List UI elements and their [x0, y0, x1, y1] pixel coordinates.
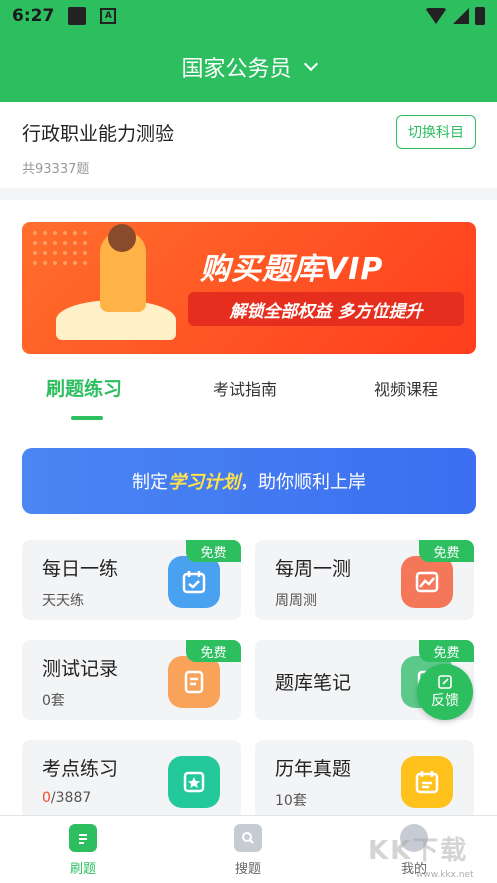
- vip-subtitle: 解锁全部权益 多方位提升: [188, 292, 464, 326]
- tile-subtitle: 0套: [42, 693, 65, 709]
- tile-title: 题库笔记: [275, 672, 352, 694]
- nav-label: 搜题: [234, 862, 261, 877]
- chart-icon: [401, 556, 453, 608]
- plan-suffix: ，助你顺利上岸: [240, 472, 366, 493]
- study-plan-button[interactable]: 制定 学习计划 ，助你顺利上岸: [22, 448, 476, 514]
- vip-banner[interactable]: 购买题库VIP 解锁全部权益 多方位提升: [22, 222, 476, 354]
- star-card-icon: [168, 756, 220, 808]
- decor-dots: [30, 228, 90, 268]
- subject-panel: 行政职业能力测验 共93337题 切换科目: [0, 102, 497, 188]
- tile-title: 历年真题: [275, 758, 352, 780]
- tab-video-course[interactable]: 视频课程: [374, 376, 438, 400]
- calendar-icon: [168, 556, 220, 608]
- exam-title: 国家公务员: [181, 57, 292, 82]
- top-header: 6:27 A 国家公务员: [0, 0, 497, 102]
- active-tab-indicator: [71, 416, 103, 420]
- watermark-url: www.kkx.net: [416, 870, 474, 880]
- status-time: 6:27: [12, 6, 55, 26]
- watermark-logo: KK下载: [368, 836, 469, 866]
- tile-subtitle: 天天练: [42, 593, 84, 609]
- subject-name: 行政职业能力测验: [22, 123, 175, 145]
- tile-title: 每日一练: [42, 558, 119, 580]
- person-head-illustration: [108, 224, 136, 252]
- progress-done: 0: [42, 790, 51, 806]
- exam-calendar-icon: [401, 756, 453, 808]
- tile-past-exams[interactable]: 历年真题 10套: [255, 740, 474, 820]
- plan-highlight: 学习计划: [168, 472, 240, 493]
- edit-icon: [438, 675, 452, 689]
- feedback-label: 反馈: [431, 693, 459, 709]
- tile-weekly-test[interactable]: 每周一测 周周测 免费: [255, 540, 474, 620]
- free-badge: 免费: [186, 640, 241, 662]
- tile-daily-practice[interactable]: 每日一练 天天练 免费: [22, 540, 241, 620]
- exam-selector[interactable]: 国家公务员: [0, 32, 497, 102]
- practice-icon: [69, 824, 97, 852]
- battery-icon: [475, 7, 485, 25]
- status-bar: 6:27 A: [0, 0, 497, 32]
- content-area: 购买题库VIP 解锁全部权益 多方位提升 刷题练习 考试指南 视频课程 制定 学…: [0, 200, 497, 820]
- tile-title: 测试记录: [42, 658, 119, 680]
- question-count: 共93337题: [22, 162, 90, 177]
- document-icon: [168, 656, 220, 708]
- switch-subject-button[interactable]: 切换科目: [396, 115, 476, 149]
- tile-progress: 0/3887: [42, 790, 91, 806]
- tile-subtitle: 10套: [275, 793, 307, 809]
- signal-icon: [453, 8, 469, 24]
- notification-icon: [68, 7, 87, 25]
- tab-exam-guide[interactable]: 考试指南: [213, 376, 277, 400]
- tab-practice[interactable]: 刷题练习: [46, 374, 122, 401]
- tile-key-point-practice[interactable]: 考点练习 0/3887: [22, 740, 241, 820]
- progress-total: /3887: [50, 790, 92, 806]
- chevron-down-icon: [303, 56, 318, 72]
- tile-subtitle: 周周测: [275, 593, 317, 609]
- nav-practice[interactable]: 刷题: [43, 824, 123, 877]
- free-badge: 免费: [419, 640, 474, 662]
- app-notification-icon: A: [100, 8, 117, 24]
- free-badge: 免费: [186, 540, 241, 562]
- nav-search[interactable]: 搜题: [208, 824, 288, 877]
- search-icon: [234, 824, 262, 852]
- tile-title: 每周一测: [275, 558, 352, 580]
- tile-test-records[interactable]: 测试记录 0套 免费: [22, 640, 241, 720]
- wifi-icon: [425, 8, 447, 24]
- vip-title: 购买题库VIP: [200, 252, 384, 287]
- free-badge: 免费: [419, 540, 474, 562]
- plan-prefix: 制定: [132, 472, 168, 493]
- feedback-button[interactable]: 反馈: [417, 664, 473, 720]
- tab-bar: 刷题练习 考试指南 视频课程: [0, 370, 497, 422]
- nav-label: 刷题: [69, 862, 96, 877]
- tile-title: 考点练习: [42, 758, 119, 780]
